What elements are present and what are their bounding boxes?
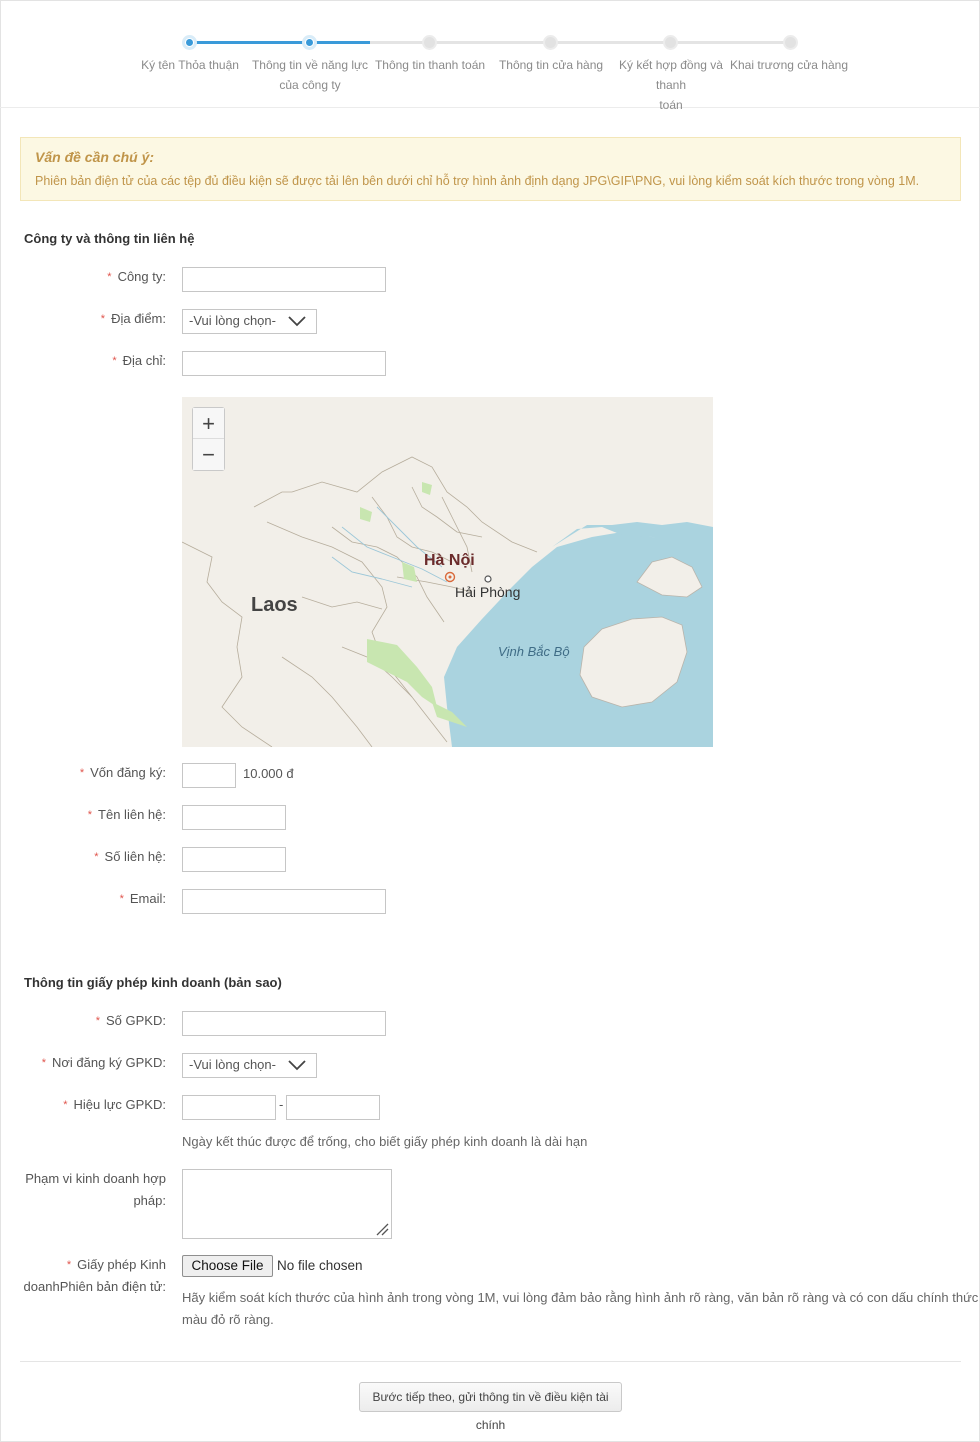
email-label-text: Email <box>129 891 163 906</box>
required-asterisk: * <box>66 1259 72 1271</box>
license-place-select-value: -Vui lòng chọn- <box>189 1057 276 1072</box>
map-canvas <box>182 456 713 747</box>
river-lines <box>331 506 448 588</box>
capital-input[interactable] <box>182 763 236 788</box>
scope-textarea[interactable] <box>182 1169 392 1239</box>
progress-stepper: Ký tên Thỏa thuận Thông tin về năng lực … <box>0 0 980 112</box>
choose-file-button[interactable]: Choose File <box>182 1255 273 1277</box>
contact-name-label: * Tên liên hệ: <box>87 807 166 822</box>
address-label: * Địa chỉ: <box>112 353 166 368</box>
required-asterisk: * <box>100 313 106 325</box>
contact-name-input[interactable] <box>182 805 286 830</box>
zoom-out-button[interactable]: − <box>193 439 224 470</box>
step-6-label: Khai trương cửa hàng <box>729 58 848 72</box>
file-label-text-2: doanhPhiên bản điện tử <box>23 1279 163 1294</box>
required-asterisk: * <box>119 893 124 905</box>
step-3-dot <box>422 35 437 50</box>
map-label-laos: Laos <box>251 594 298 616</box>
step-2-label: Thông tin về năng lực của công ty <box>251 58 369 92</box>
resize-grip-icon[interactable] <box>375 1222 389 1236</box>
license-section-title: Thông tin giấy phép kinh doanh (bản sao) <box>24 975 282 990</box>
chevron-down-icon <box>288 1060 306 1071</box>
scope-label-line-2: pháp: <box>133 1193 166 1208</box>
capital-unit: 10.000 đ <box>243 766 294 781</box>
footer-divider <box>20 1361 961 1362</box>
notice-title: Vấn đề cần chú ý: <box>35 149 155 165</box>
file-help-line-1: Hãy kiểm soát kích thước của hình ảnh tr… <box>182 1290 979 1305</box>
required-asterisk: * <box>41 1057 46 1069</box>
required-asterisk: * <box>87 809 93 821</box>
company-label-text: Công ty <box>117 269 163 284</box>
validity-label: * Hiệu lực GPKD: <box>63 1097 166 1112</box>
file-label-text-1: Giấy phép Kinh <box>77 1257 166 1272</box>
validity-help-text: Ngày kết thúc được để trống, cho biết gi… <box>182 1134 588 1149</box>
step-6-dot <box>783 35 798 50</box>
capital-label: * Vốn đăng ký: <box>79 765 166 780</box>
license-number-label-text: Số GPKD <box>106 1013 163 1028</box>
required-asterisk: * <box>112 355 117 367</box>
email-input[interactable] <box>182 889 386 914</box>
contact-name-label-text: Tên liên hệ <box>98 807 163 822</box>
file-label-line-1: * Giấy phép Kinh <box>67 1254 166 1276</box>
scope-label-text-2: pháp <box>133 1193 163 1208</box>
step-4-dot <box>543 35 558 50</box>
validity-label-text: Hiệu lực GPKD <box>73 1097 163 1112</box>
step-5-label: Ký kết hợp đồng và thanh toán <box>619 58 723 112</box>
scope-label-line-1: Phạm vi kinh doanh hợp <box>25 1168 166 1190</box>
contact-phone-input[interactable] <box>182 847 286 872</box>
file-label-line-2: doanhPhiên bản điện tử: <box>23 1279 166 1294</box>
address-label-text: Địa chỉ <box>122 353 163 368</box>
step-5-dot <box>663 35 678 50</box>
scope-label-text-1: Phạm vi kinh doanh hợp <box>25 1171 166 1186</box>
location-select-value: -Vui lòng chọn- <box>189 313 276 328</box>
license-place-label: * Nơi đăng ký GPKD: <box>41 1055 166 1070</box>
required-asterisk: * <box>79 767 85 779</box>
capital-label-text: Vốn đăng ký <box>90 765 163 780</box>
location-label: * Địa điểm: <box>100 311 166 326</box>
address-input[interactable] <box>182 351 386 376</box>
stepper-progress-line <box>190 41 370 44</box>
required-asterisk: * <box>63 1099 68 1111</box>
location-label-text: Địa điểm <box>111 311 163 326</box>
required-asterisk: * <box>94 851 99 863</box>
location-map[interactable]: Hà Nội Hải Phòng Laos Vịnh Bắc Bộ + − <box>182 397 713 747</box>
required-asterisk: * <box>95 1015 101 1027</box>
company-input[interactable] <box>182 267 386 292</box>
license-place-select[interactable]: -Vui lòng chọn- <box>182 1053 317 1078</box>
email-label: * Email: <box>119 891 166 906</box>
map-label-haiphong: Hải Phòng <box>455 584 521 600</box>
map-label-hanoi: Hà Nội <box>424 552 475 569</box>
location-select[interactable]: -Vui lòng chọn- <box>182 309 317 334</box>
validity-separator: - <box>279 1097 284 1112</box>
file-status: No file chosen <box>277 1258 363 1273</box>
license-place-label-text: Nơi đăng ký GPKD <box>51 1055 163 1070</box>
notice-box: Vấn đề cần chú ý: Phiên bản điện tử của … <box>20 137 961 201</box>
license-number-input[interactable] <box>182 1011 386 1036</box>
contact-phone-label-text: Số liên hệ <box>104 849 163 864</box>
company-label: * Công ty: <box>107 269 166 284</box>
company-section-title: Công ty và thông tin liên hệ <box>24 231 195 246</box>
zoom-in-button[interactable]: + <box>193 408 224 439</box>
notice-text: Phiên bản điện tử của các tệp đủ điều ki… <box>35 174 920 188</box>
haiphong-marker <box>484 575 492 583</box>
step-4-label: Thông tin cửa hàng <box>498 58 604 72</box>
next-step-button[interactable]: Bước tiếp theo, gửi thông tin về điều ki… <box>359 1382 622 1432</box>
step-3-label: Thông tin thanh toán <box>374 58 486 72</box>
step-2-dot <box>302 35 317 50</box>
chevron-down-icon <box>288 316 306 327</box>
license-number-label: * Số GPKD: <box>95 1013 166 1028</box>
validity-end-input[interactable] <box>286 1095 380 1120</box>
file-help-line-2: màu đỏ rõ ràng. <box>182 1312 274 1327</box>
step-1-label: Ký tên Thỏa thuận <box>141 58 239 72</box>
map-label-gulf: Vịnh Bắc Bộ <box>498 644 570 659</box>
required-asterisk: * <box>107 271 112 283</box>
validity-start-input[interactable] <box>182 1095 276 1120</box>
step-1-dot <box>182 35 197 50</box>
contact-phone-label: * Số liên hệ: <box>94 849 166 864</box>
map-zoom-control: + − <box>192 407 225 471</box>
